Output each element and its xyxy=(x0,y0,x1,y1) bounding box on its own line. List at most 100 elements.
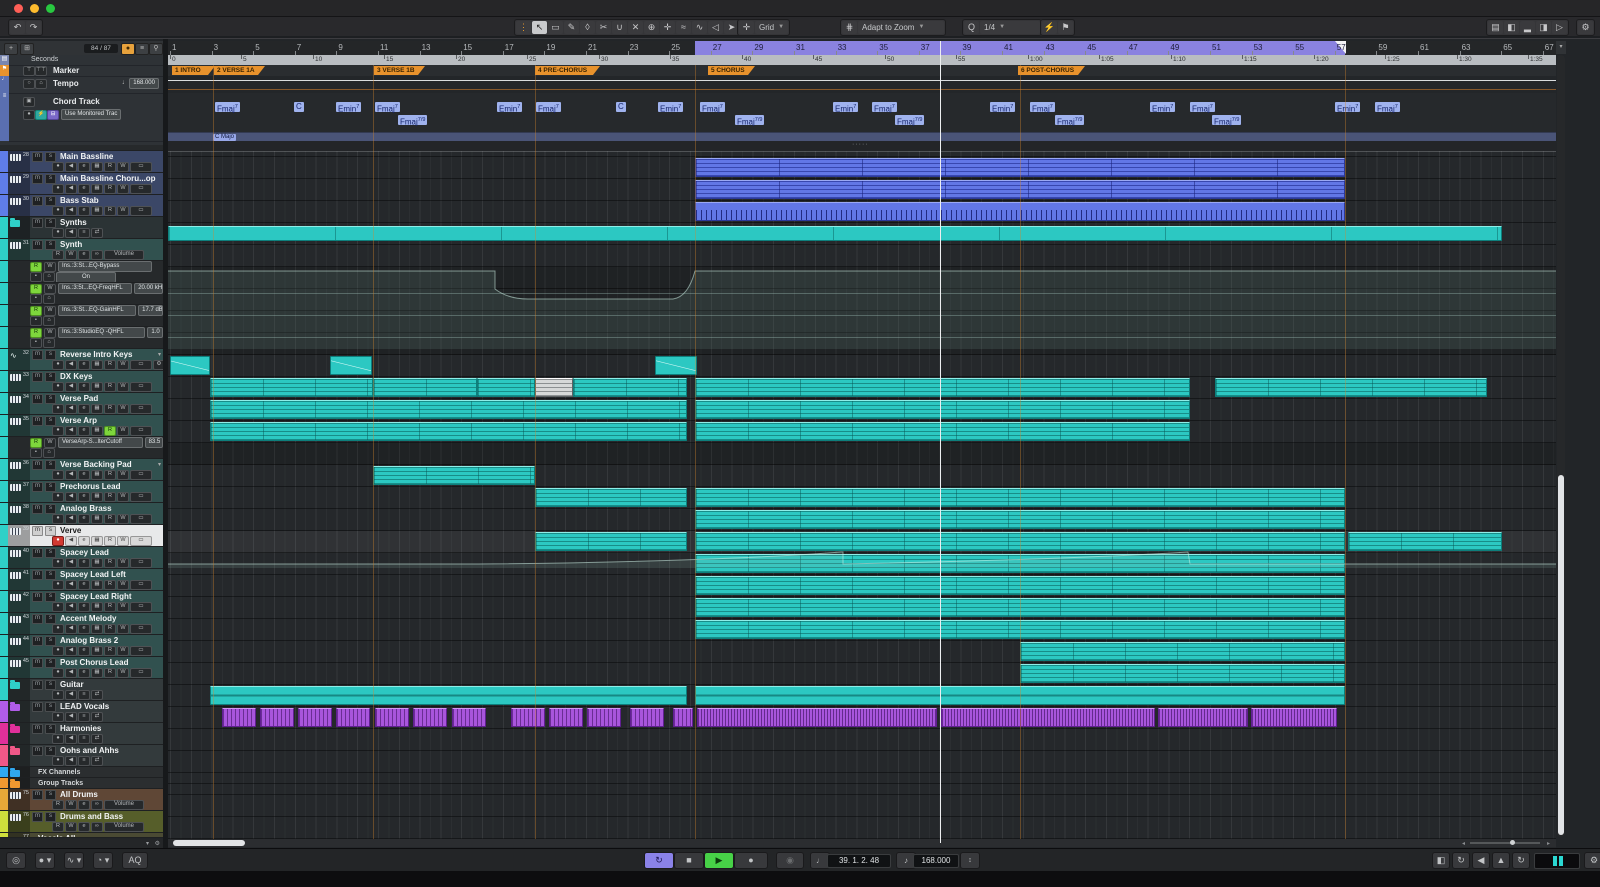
edit-channel-button[interactable]: e xyxy=(78,646,90,656)
zoom-tool-icon[interactable]: ⊕ xyxy=(644,21,659,34)
read-button[interactable]: R xyxy=(104,536,116,546)
monitor-button[interactable]: ◀ xyxy=(65,360,77,370)
automation-value-field[interactable]: 20.00 kHz xyxy=(134,283,163,294)
midi-part[interactable] xyxy=(695,378,1190,397)
left-zone-button[interactable]: ◧ xyxy=(1504,21,1519,34)
input-output-channel-button[interactable]: ▭ xyxy=(130,470,152,480)
write-button[interactable]: W xyxy=(117,514,129,524)
edit-channel-button[interactable]: e xyxy=(78,470,90,480)
mute-button[interactable]: m xyxy=(32,812,43,822)
input-output-channel-button[interactable]: ▭ xyxy=(130,492,152,502)
audio-event[interactable] xyxy=(655,356,697,375)
track-row-drums-and-bass[interactable]: 76msDrums and BassRWe∞Volume xyxy=(0,811,163,833)
versearp-cutoff-automation-curve[interactable] xyxy=(168,547,1556,569)
write-button[interactable]: W xyxy=(117,470,129,480)
bypass-inserts-button[interactable]: ∞ xyxy=(91,800,103,810)
monitor-button[interactable]: ◀ xyxy=(65,536,77,546)
track-row-ins-3-st-eq-bypass[interactable]: RWIns.:3:St...EQ-Bypass▪⌂On xyxy=(0,261,163,283)
record-enable-button[interactable]: ● xyxy=(52,514,64,524)
midi-part[interactable] xyxy=(210,378,373,397)
read-button[interactable]: R xyxy=(104,646,116,656)
mute-button[interactable]: m xyxy=(32,526,43,536)
vertical-scrollbar-thumb[interactable] xyxy=(1558,475,1564,835)
chord-event[interactable]: Emin7 xyxy=(497,102,522,112)
track-row-vocals-all[interactable]: 77Vocals All xyxy=(0,833,163,838)
record-enable-button[interactable]: ● xyxy=(52,206,64,216)
group-edit-button[interactable]: ≡ xyxy=(78,690,90,700)
write-button[interactable]: W xyxy=(65,800,77,810)
play-button[interactable]: ▶ xyxy=(704,852,734,869)
read-button[interactable]: R xyxy=(104,580,116,590)
solo-button[interactable]: s xyxy=(45,658,56,668)
chord-event[interactable]: Fmaj7 xyxy=(872,102,897,112)
mute-button[interactable]: m xyxy=(32,592,43,602)
midi-part[interactable] xyxy=(210,686,687,705)
chord-event[interactable]: Fmaj7 xyxy=(536,102,561,112)
play-tool-icon[interactable]: ◁ xyxy=(708,21,723,34)
group-edit-button[interactable]: ≡ xyxy=(78,228,90,238)
automation-mute-button[interactable]: ▪ xyxy=(30,448,42,458)
audio-event[interactable] xyxy=(1158,708,1248,727)
minimize-window-button[interactable] xyxy=(30,4,39,13)
group-edit-button[interactable]: ≡ xyxy=(78,756,90,766)
mute-button[interactable]: m xyxy=(32,548,43,558)
record-enable-button[interactable]: ● xyxy=(52,756,64,766)
record-enable-button[interactable]: ● xyxy=(52,360,64,370)
read-button[interactable]: R xyxy=(104,602,116,612)
midi-part[interactable] xyxy=(1020,642,1345,661)
track-lane[interactable] xyxy=(168,784,1556,795)
track-lane[interactable] xyxy=(168,795,1556,817)
solo-button[interactable]: s xyxy=(45,504,56,514)
chord-event[interactable]: Emin7 xyxy=(336,102,361,112)
automation-read-button[interactable]: R xyxy=(30,306,42,316)
automation-write-button[interactable]: W xyxy=(44,262,56,272)
write-button[interactable]: W xyxy=(117,184,129,194)
tempo-display[interactable]: 168.000 xyxy=(913,854,959,868)
chevron-down-icon[interactable]: ▾ xyxy=(158,461,161,468)
edit-channel-button[interactable]: e xyxy=(78,404,90,414)
track-row-analog-brass-2[interactable]: 44msAnalog Brass 2●◀e▦RW▭ xyxy=(0,635,163,657)
record-enable-button[interactable]: ● xyxy=(52,470,64,480)
input-output-channel-button[interactable]: ▭ xyxy=(130,360,152,370)
mute-button[interactable]: m xyxy=(32,570,43,580)
mute-tool-icon[interactable]: ✕ xyxy=(628,21,643,34)
chord-event[interactable]: Emin7 xyxy=(1150,102,1175,112)
audio-event[interactable] xyxy=(511,708,545,727)
automation-value-field[interactable]: On xyxy=(56,272,116,283)
automation-parameter-button[interactable]: Ins.:3:5t...EQ-FreqHFL xyxy=(58,283,132,294)
transport-setup-gear-icon[interactable]: ⚙ xyxy=(1584,852,1600,869)
audio-event[interactable] xyxy=(549,708,583,727)
solo-button[interactable]: s xyxy=(45,636,56,646)
track-row-verse-pad[interactable]: 34msVerse Pad●◀e▦RW▭ xyxy=(0,393,163,415)
record-enable-button[interactable]: ● xyxy=(52,690,64,700)
track-gear-icon[interactable]: ⚙ xyxy=(153,360,163,370)
monitor-button[interactable]: ◀ xyxy=(65,206,77,216)
solo-button[interactable]: s xyxy=(45,680,56,690)
automation-read-button[interactable]: R xyxy=(30,328,42,338)
monitor-button[interactable]: ◀ xyxy=(65,514,77,524)
mute-button[interactable]: m xyxy=(32,746,43,756)
chord-event[interactable]: C xyxy=(616,102,626,112)
instrument-button[interactable]: ▦ xyxy=(91,580,103,590)
midi-part[interactable] xyxy=(535,488,687,507)
snap-type-icon[interactable]: ✛ xyxy=(739,21,754,34)
track-row-prechorus-lead[interactable]: 37msPrechorus Lead●◀e▦RW▭ xyxy=(0,481,163,503)
automation-read-button[interactable]: R xyxy=(30,438,42,448)
track-row-dx-keys[interactable]: 33msDX Keys●◀e▦RW▭ xyxy=(0,371,163,393)
automation-mute-button[interactable]: ▪ xyxy=(30,294,42,304)
automation-value-field[interactable]: 17.7 dB xyxy=(138,305,163,316)
chord-event[interactable]: Emin7 xyxy=(1335,102,1360,112)
automation-lock-icon[interactable]: ⌂ xyxy=(43,294,55,304)
grid-icon[interactable]: ⋕ xyxy=(842,21,857,34)
chord-event[interactable]: Fmaj7 xyxy=(1375,102,1400,112)
audio-event[interactable] xyxy=(697,708,937,727)
monitor-button[interactable]: ◀ xyxy=(65,492,77,502)
monitor-button[interactable]: ◀ xyxy=(65,470,77,480)
instrument-button[interactable]: ▦ xyxy=(91,514,103,524)
track-row-lead-vocals[interactable]: msLEAD Vocals●◀≡⇄ xyxy=(0,701,163,723)
mute-button[interactable]: m xyxy=(32,372,43,382)
glue-tool-icon[interactable]: ∪ xyxy=(612,21,627,34)
instrument-button[interactable]: ▦ xyxy=(91,360,103,370)
track-lane[interactable] xyxy=(168,663,1556,685)
input-output-channel-button[interactable]: ▭ xyxy=(130,558,152,568)
